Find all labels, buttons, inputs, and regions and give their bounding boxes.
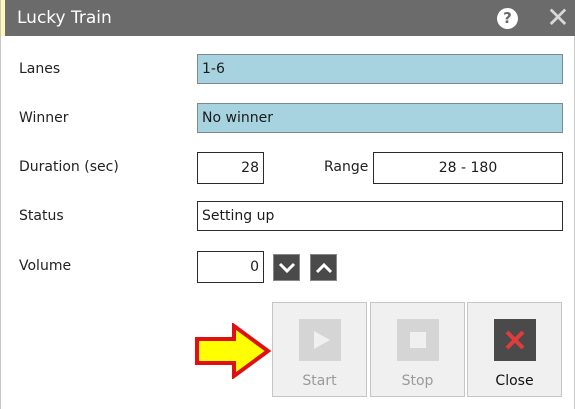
close-button[interactable]: Close — [467, 302, 562, 397]
status-value: Setting up — [202, 208, 275, 224]
winner-label: Winner — [19, 110, 69, 126]
stop-square-icon — [397, 319, 439, 361]
help-icon[interactable]: ? — [497, 8, 518, 29]
status-label: Status — [19, 208, 64, 224]
background-strip — [1, 0, 5, 36]
duration-label: Duration (sec) — [19, 159, 119, 175]
status-field[interactable]: Setting up — [197, 201, 563, 231]
lanes-label: Lanes — [19, 61, 61, 77]
chevron-down-icon — [278, 262, 296, 274]
winner-value: No winner — [202, 110, 273, 126]
lanes-value: 1-6 — [202, 61, 225, 77]
window-title: Lucky Train — [17, 8, 112, 28]
lucky-train-dialog: Lucky Train ? ✕ Lanes 1-6 Winner No winn… — [0, 0, 575, 409]
close-icon[interactable]: ✕ — [543, 2, 573, 34]
duration-value: 28 — [241, 160, 259, 176]
volume-down-button[interactable] — [273, 254, 300, 281]
chevron-up-icon — [315, 262, 333, 274]
range-field: 28 - 180 — [373, 152, 563, 184]
play-icon — [299, 319, 341, 361]
winner-field[interactable]: No winner — [197, 103, 563, 133]
lanes-field[interactable]: 1-6 — [197, 54, 563, 84]
start-button[interactable]: Start — [272, 302, 367, 397]
red-x-icon — [494, 319, 536, 361]
range-value: 28 - 180 — [438, 160, 498, 176]
range-label: Range — [324, 159, 369, 175]
yellow-arrow-icon — [195, 323, 272, 379]
duration-input[interactable]: 28 — [197, 152, 264, 184]
start-label: Start — [302, 373, 337, 389]
volume-value: 0 — [250, 259, 259, 275]
volume-label: Volume — [19, 258, 72, 274]
volume-up-button[interactable] — [310, 254, 337, 281]
title-bar: Lucky Train ? ✕ — [1, 0, 575, 36]
volume-input[interactable]: 0 — [197, 251, 264, 283]
stop-label: Stop — [401, 373, 434, 389]
stop-button[interactable]: Stop — [370, 302, 465, 397]
close-label: Close — [495, 373, 534, 389]
